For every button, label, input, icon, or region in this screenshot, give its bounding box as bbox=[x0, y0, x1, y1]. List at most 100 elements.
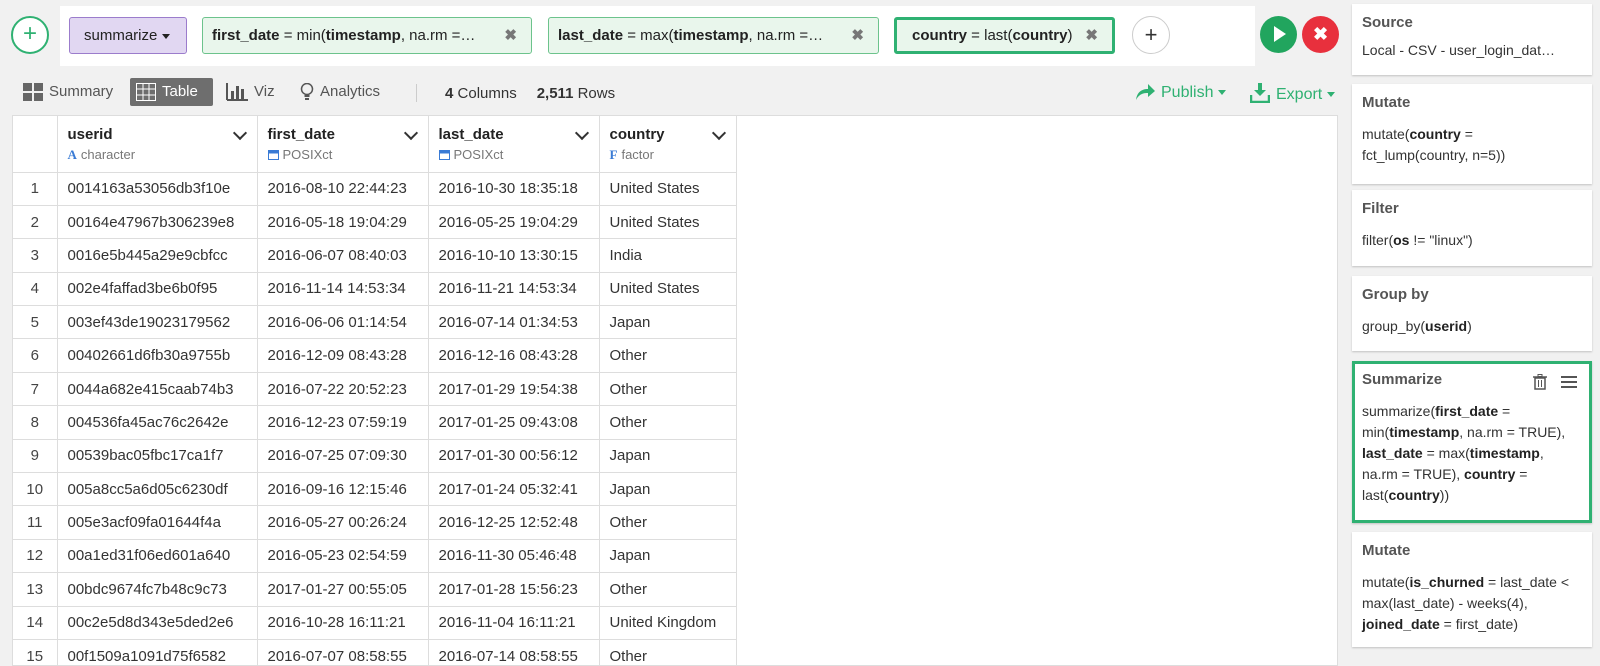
table-cell[interactable]: 2016-10-30 18:35:18 bbox=[428, 172, 600, 206]
table-cell[interactable]: United States bbox=[599, 205, 737, 240]
argument-token-last-date[interactable]: last_date = max(timestamp, na.rm =… ✖ bbox=[548, 17, 879, 54]
table-cell[interactable]: 0014163a53056db3f10e bbox=[57, 172, 258, 206]
table-row[interactable]: 1 0014163a53056db3f10e 2016-08-10 22:44:23… bbox=[13, 172, 737, 206]
table-cell[interactable]: United Kingdom bbox=[599, 606, 737, 640]
table-cell[interactable]: 2016-07-14 08:58:55 bbox=[428, 639, 600, 665]
table-cell[interactable]: 2016-10-28 16:11:21 bbox=[257, 606, 429, 640]
step-mutate[interactable]: Mutate mutate(country = fct_lump(country… bbox=[1352, 84, 1592, 184]
publish-menu[interactable]: Publish bbox=[1135, 83, 1227, 102]
run-button[interactable] bbox=[1260, 16, 1297, 53]
table-cell[interactable]: Japan bbox=[599, 439, 737, 474]
table-cell[interactable]: Other bbox=[599, 639, 737, 665]
table-cell[interactable]: 2016-07-07 08:58:55 bbox=[257, 639, 429, 665]
trash-icon[interactable] bbox=[1532, 374, 1547, 395]
table-cell[interactable]: Other bbox=[599, 572, 737, 607]
table-cell[interactable]: 2016-11-14 14:53:34 bbox=[257, 272, 429, 307]
table-row[interactable]: 6 00402661d6fb30a9755b 2016-12-09 08:43:28… bbox=[13, 338, 737, 373]
table-cell[interactable]: 00bdc9674fc7b48c9c73 bbox=[57, 572, 258, 607]
remove-token-icon[interactable]: ✖ bbox=[1085, 20, 1098, 51]
table-row[interactable]: 9 00539bac05fbc17ca1f7 2016-07-25 07:09:30… bbox=[13, 439, 737, 474]
table-cell[interactable]: 2016-07-22 20:52:23 bbox=[257, 372, 429, 407]
table-row[interactable]: 11 005e3acf09fa01644f4a 2016-05-27 00:26:2… bbox=[13, 505, 737, 540]
table-cell[interactable]: Other bbox=[599, 505, 737, 540]
tab-table[interactable]: Table bbox=[130, 78, 213, 106]
step-group-by[interactable]: Group by group_by(userid) bbox=[1352, 276, 1592, 351]
table-cell[interactable]: India bbox=[599, 238, 737, 273]
step-filter[interactable]: Filter filter(os != "linux") bbox=[1352, 190, 1592, 266]
table-cell[interactable]: 2017-01-27 00:55:05 bbox=[257, 572, 429, 607]
add-argument-button[interactable]: + bbox=[1132, 16, 1170, 54]
remove-token-icon[interactable]: ✖ bbox=[851, 18, 864, 53]
table-cell[interactable]: 2016-05-18 19:04:29 bbox=[257, 205, 429, 240]
table-cell[interactable]: Other bbox=[599, 338, 737, 373]
table-cell[interactable]: 00a1ed31f06ed601a640 bbox=[57, 539, 258, 574]
table-cell[interactable]: 00f1509a1091d75f6582 bbox=[57, 639, 258, 665]
table-row[interactable]: 5 003ef43de19023179562 2016-06-06 01:14:54… bbox=[13, 305, 737, 340]
table-cell[interactable]: 2016-05-25 19:04:29 bbox=[428, 205, 600, 240]
table-cell[interactable]: 2016-11-21 14:53:34 bbox=[428, 272, 600, 307]
table-cell[interactable]: Other bbox=[599, 405, 737, 440]
table-row[interactable]: 12 00a1ed31f06ed601a640 2016-05-23 02:54:5… bbox=[13, 539, 737, 574]
table-cell[interactable]: 2016-09-16 12:15:46 bbox=[257, 472, 429, 507]
table-cell[interactable]: 2017-01-29 19:54:38 bbox=[428, 372, 600, 407]
step-summarize[interactable]: Summarize summarize(first_date = min(tim… bbox=[1352, 361, 1592, 523]
table-cell[interactable]: 2016-10-10 13:30:15 bbox=[428, 238, 600, 273]
column-header-last-date[interactable]: last_date POSIXct bbox=[428, 116, 600, 173]
cancel-button[interactable]: ✖ bbox=[1302, 16, 1339, 53]
table-row[interactable]: 10 005a8cc5a6d05c6230df 2016-09-16 12:15:4… bbox=[13, 472, 737, 507]
table-cell[interactable]: 005a8cc5a6d05c6230df bbox=[57, 472, 258, 507]
table-cell[interactable]: 2016-11-04 16:11:21 bbox=[428, 606, 600, 640]
table-row[interactable]: 4 002e4faffad3be6b0f95 2016-11-14 14:53:34… bbox=[13, 272, 737, 307]
command-selector[interactable]: summarize bbox=[69, 17, 187, 54]
table-cell[interactable]: 2016-07-25 07:09:30 bbox=[257, 439, 429, 474]
table-cell[interactable]: Japan bbox=[599, 539, 737, 574]
table-cell[interactable]: Other bbox=[599, 372, 737, 407]
table-cell[interactable]: 2017-01-30 00:56:12 bbox=[428, 439, 600, 474]
menu-icon[interactable] bbox=[1561, 375, 1577, 394]
tab-summary[interactable]: Summary bbox=[17, 78, 124, 106]
column-header-country[interactable]: country Ffactor bbox=[599, 116, 737, 173]
table-cell[interactable]: United States bbox=[599, 172, 737, 206]
table-cell[interactable]: 00c2e5d8d343e5ded2e6 bbox=[57, 606, 258, 640]
table-cell[interactable]: 2016-12-23 07:59:19 bbox=[257, 405, 429, 440]
table-cell[interactable]: 2016-07-14 01:34:53 bbox=[428, 305, 600, 340]
table-row[interactable]: 8 004536fa45ac76c2642e 2016-12-23 07:59:19… bbox=[13, 405, 737, 440]
table-cell[interactable]: 2016-12-16 08:43:28 bbox=[428, 338, 600, 373]
table-row[interactable]: 13 00bdc9674fc7b48c9c73 2017-01-27 00:55:0… bbox=[13, 572, 737, 607]
tab-viz[interactable]: Viz bbox=[220, 78, 284, 106]
table-row[interactable]: 2 00164e47967b306239e8 2016-05-18 19:04:29… bbox=[13, 205, 737, 240]
table-cell[interactable]: 0044a682e415caab74b3 bbox=[57, 372, 258, 407]
remove-token-icon[interactable]: ✖ bbox=[504, 18, 517, 53]
argument-token-country[interactable]: country = last(country) ✖ bbox=[894, 17, 1115, 54]
table-cell[interactable]: 2016-12-25 12:52:48 bbox=[428, 505, 600, 540]
step-source[interactable]: Source Local - CSV - user_login_dat… bbox=[1352, 4, 1592, 75]
table-row[interactable]: 7 0044a682e415caab74b3 2016-07-22 20:52:23… bbox=[13, 372, 737, 407]
table-cell[interactable]: Japan bbox=[599, 472, 737, 507]
export-menu[interactable]: Export bbox=[1249, 83, 1336, 104]
table-row[interactable]: 15 00f1509a1091d75f6582 2016-07-07 08:58:5… bbox=[13, 639, 737, 665]
table-cell[interactable]: 2016-12-09 08:43:28 bbox=[257, 338, 429, 373]
table-cell[interactable]: 2016-05-23 02:54:59 bbox=[257, 539, 429, 574]
step-mutate-churn[interactable]: Mutate mutate(is_churned = last_date < m… bbox=[1352, 532, 1592, 647]
table-cell[interactable]: 2017-01-28 15:56:23 bbox=[428, 572, 600, 607]
table-cell[interactable]: 2017-01-25 09:43:08 bbox=[428, 405, 600, 440]
table-cell[interactable]: 2017-01-24 05:32:41 bbox=[428, 472, 600, 507]
table-cell[interactable]: Japan bbox=[599, 305, 737, 340]
column-header-userid[interactable]: userid Acharacter bbox=[57, 116, 258, 173]
table-cell[interactable]: 2016-06-06 01:14:54 bbox=[257, 305, 429, 340]
table-cell[interactable]: 00539bac05fbc17ca1f7 bbox=[57, 439, 258, 474]
table-row[interactable]: 14 00c2e5d8d343e5ded2e6 2016-10-28 16:11:2… bbox=[13, 606, 737, 640]
table-cell[interactable]: 005e3acf09fa01644f4a bbox=[57, 505, 258, 540]
table-cell[interactable]: United States bbox=[599, 272, 737, 307]
tab-analytics[interactable]: Analytics bbox=[294, 78, 394, 106]
column-header-first-date[interactable]: first_date POSIXct bbox=[257, 116, 429, 173]
add-step-button[interactable]: + bbox=[11, 16, 49, 54]
table-cell[interactable]: 00164e47967b306239e8 bbox=[57, 205, 258, 240]
table-row[interactable]: 3 0016e5b445a29e9cbfcc 2016-06-07 08:40:03… bbox=[13, 238, 737, 273]
table-cell[interactable]: 004536fa45ac76c2642e bbox=[57, 405, 258, 440]
table-cell[interactable]: 2016-06-07 08:40:03 bbox=[257, 238, 429, 273]
table-cell[interactable]: 2016-08-10 22:44:23 bbox=[257, 172, 429, 206]
table-cell[interactable]: 002e4faffad3be6b0f95 bbox=[57, 272, 258, 307]
table-cell[interactable]: 00402661d6fb30a9755b bbox=[57, 338, 258, 373]
table-cell[interactable]: 003ef43de19023179562 bbox=[57, 305, 258, 340]
